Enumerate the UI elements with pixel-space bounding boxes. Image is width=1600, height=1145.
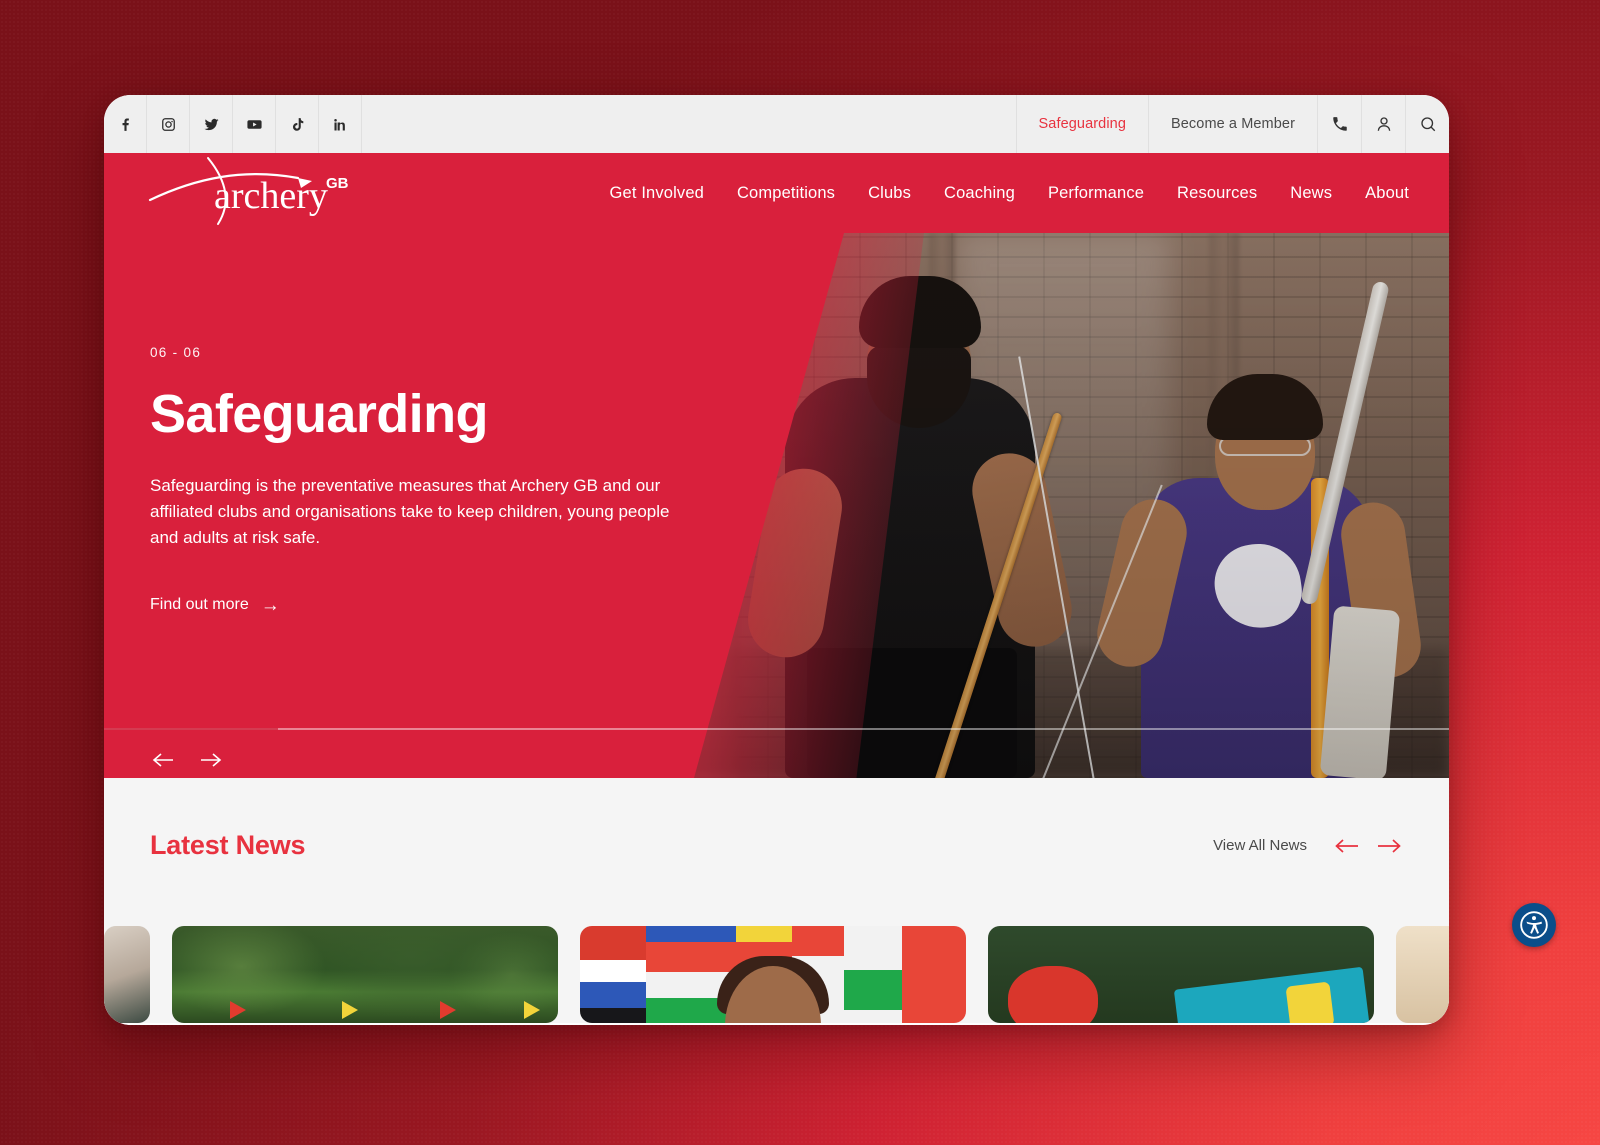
- youtube-icon[interactable]: [233, 95, 276, 153]
- arrow-right-icon: →: [260, 594, 280, 616]
- search-icon[interactable]: [1405, 95, 1449, 153]
- hero-next-arrow-right-icon[interactable]: [198, 750, 224, 770]
- nav-item-performance[interactable]: Performance: [1048, 184, 1144, 203]
- svg-text:GB: GB: [326, 175, 349, 192]
- news-card-image: [580, 926, 966, 1023]
- nav-item-clubs[interactable]: Clubs: [868, 184, 911, 203]
- latest-news-section: Latest News View All News: [104, 778, 1449, 1023]
- news-card[interactable]: [1396, 926, 1449, 1023]
- news-card-image: [988, 926, 1374, 1023]
- news-card-image: [172, 926, 558, 1023]
- hero-progress-bar: [104, 728, 1449, 730]
- news-prev-arrow-left-icon[interactable]: [1333, 836, 1361, 856]
- accessibility-icon: [1520, 911, 1548, 939]
- hero-prev-arrow-left-icon[interactable]: [150, 750, 176, 770]
- browser-window: Safeguarding Become a Member archery GB …: [104, 95, 1449, 1025]
- news-card[interactable]: [104, 926, 150, 1023]
- linkedin-icon[interactable]: [319, 95, 362, 153]
- latest-news-controls: View All News: [1213, 836, 1403, 856]
- utility-link-safeguarding[interactable]: Safeguarding: [1015, 95, 1148, 153]
- phone-icon[interactable]: [1317, 95, 1361, 153]
- hero-carousel-controls: [150, 750, 224, 770]
- instagram-icon[interactable]: [147, 95, 190, 153]
- accessibility-widget-button[interactable]: [1512, 903, 1556, 947]
- news-card-image: [1396, 926, 1449, 1023]
- hero-slide-counter: 06 - 06: [150, 345, 202, 360]
- account-icon[interactable]: [1361, 95, 1405, 153]
- tiktok-icon[interactable]: [276, 95, 319, 153]
- news-card-image: [104, 926, 150, 1023]
- hero-title: Safeguarding: [150, 384, 488, 444]
- hero-progress-fill: [104, 728, 278, 730]
- news-carousel-arrows: [1333, 836, 1403, 856]
- nav-item-coaching[interactable]: Coaching: [944, 184, 1015, 203]
- nav-item-resources[interactable]: Resources: [1177, 184, 1257, 203]
- svg-text:archery: archery: [214, 175, 328, 217]
- nav-items: Get Involved Competitions Clubs Coaching…: [610, 184, 1409, 203]
- nav-item-about[interactable]: About: [1365, 184, 1409, 203]
- nav-item-competitions[interactable]: Competitions: [737, 184, 835, 203]
- news-card[interactable]: [580, 926, 966, 1023]
- hero-find-out-more-link[interactable]: Find out more →: [150, 596, 280, 615]
- social-links: [104, 95, 362, 153]
- utility-link-become-a-member[interactable]: Become a Member: [1148, 95, 1317, 153]
- news-card[interactable]: [172, 926, 558, 1023]
- hero-carousel: 06 - 06 Safeguarding Safeguarding is the…: [104, 233, 1449, 778]
- news-card-carousel[interactable]: [104, 926, 1449, 1023]
- main-navigation: archery GB Get Involved Competitions Clu…: [104, 153, 1449, 233]
- hero-description: Safeguarding is the preventative measure…: [150, 475, 670, 548]
- news-card[interactable]: [988, 926, 1374, 1023]
- hero-cta-label: Find out more: [150, 596, 249, 614]
- utility-bar: Safeguarding Become a Member: [104, 95, 1449, 153]
- twitter-icon[interactable]: [190, 95, 233, 153]
- hero-content: 06 - 06 Safeguarding Safeguarding is the…: [150, 345, 710, 615]
- archery-gb-logo[interactable]: archery GB: [148, 157, 368, 225]
- view-all-news-link[interactable]: View All News: [1213, 837, 1307, 854]
- nav-item-news[interactable]: News: [1290, 184, 1332, 203]
- utility-spacer: [362, 95, 1016, 153]
- latest-news-header: Latest News View All News: [150, 778, 1403, 861]
- facebook-icon[interactable]: [104, 95, 147, 153]
- latest-news-title: Latest News: [150, 830, 306, 860]
- nav-item-get-involved[interactable]: Get Involved: [610, 184, 704, 203]
- news-next-arrow-right-icon[interactable]: [1375, 836, 1403, 856]
